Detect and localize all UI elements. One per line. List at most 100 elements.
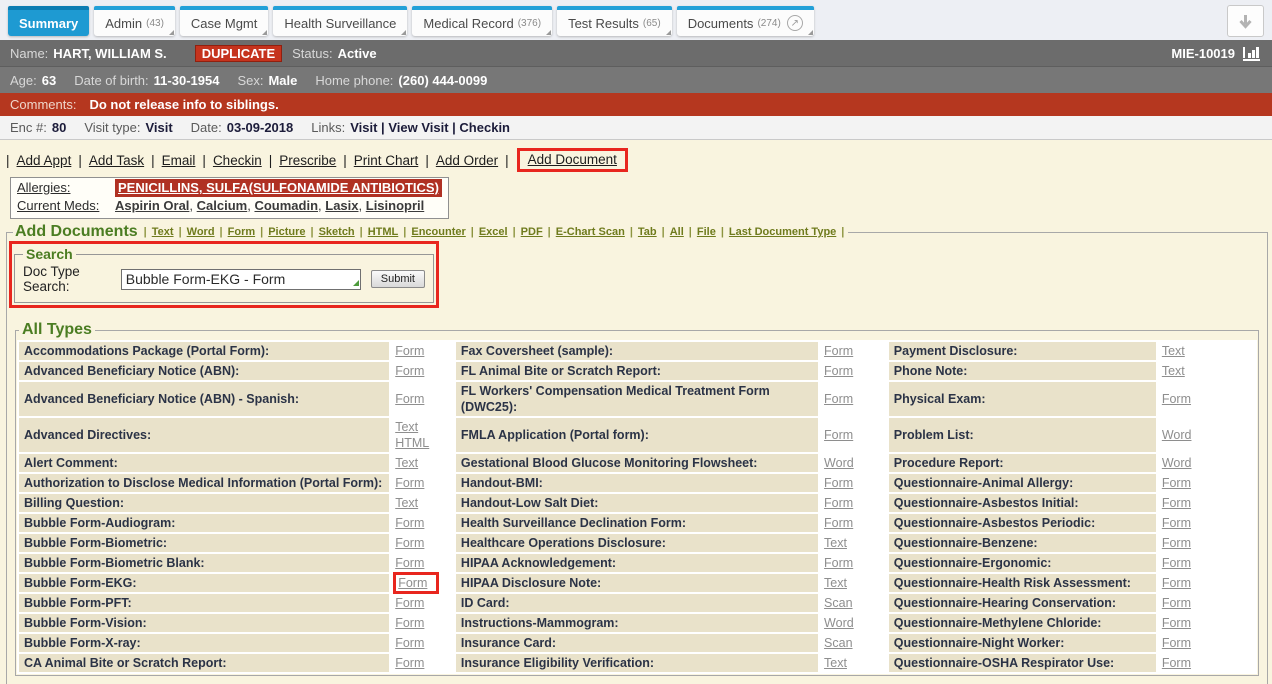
doc-link-fl-workers-compensation-medical-treatment-form-dwc25-form[interactable]: Form	[824, 392, 853, 406]
med-link-aspirin-oral[interactable]: Aspirin Oral	[115, 198, 189, 213]
med-link-lisinopril[interactable]: Lisinopril	[366, 198, 425, 213]
doc-link-physical-exam-form[interactable]: Form	[1162, 392, 1191, 406]
doc-link-questionnaire-health-risk-assessment-form[interactable]: Form	[1162, 576, 1191, 590]
tab-admin[interactable]: Admin(43)	[94, 6, 175, 36]
doc-type-links: Form	[820, 382, 887, 416]
med-link-coumadin[interactable]: Coumadin	[254, 198, 318, 213]
action-prescribe[interactable]: Prescribe	[279, 153, 336, 168]
tab-label: Case Mgmt	[191, 16, 257, 31]
doc-link-questionnaire-ergonomic-form[interactable]: Form	[1162, 556, 1191, 570]
action-add-order[interactable]: Add Order	[436, 153, 498, 168]
doc-link-healthcare-operations-disclosure-text[interactable]: Text	[824, 536, 847, 550]
doc-link-alert-comment-text[interactable]: Text	[395, 456, 418, 470]
doc-type-search-input[interactable]	[121, 269, 361, 290]
doc-link-questionnaire-animal-allergy-form[interactable]: Form	[1162, 476, 1191, 490]
doc-link-bubble-form-audiogram-form[interactable]: Form	[395, 516, 424, 530]
doc-link-authorization-to-disclose-medical-information-portal-form-form[interactable]: Form	[395, 476, 424, 490]
doc-link-questionnaire-benzene-form[interactable]: Form	[1162, 536, 1191, 550]
doc-link-questionnaire-osha-respirator-use-form[interactable]: Form	[1162, 656, 1191, 670]
action-add-appt[interactable]: Add Appt	[17, 153, 72, 168]
doc-link-problem-list-word[interactable]: Word	[1162, 428, 1192, 442]
chart-icon[interactable]	[1242, 45, 1262, 61]
tab-case-mgmt[interactable]: Case Mgmt	[180, 6, 268, 36]
doc-link-bubble-form-pft-form[interactable]: Form	[395, 596, 424, 610]
doc-type-links: Scan	[820, 634, 887, 652]
doc-link-hipaa-acknowledgement-form[interactable]: Form	[824, 556, 853, 570]
doc-link-handout-bmi-form[interactable]: Form	[824, 476, 853, 490]
quicklink-excel[interactable]: Excel	[479, 226, 508, 238]
doc-type-row: Bubble Form-X-ray:FormInsurance Card:Sca…	[19, 634, 1255, 652]
doc-link-bubble-form-biometric-form[interactable]: Form	[395, 536, 424, 550]
add-documents-legend: Add Documents |Text|Word|Form|Picture|Sk…	[13, 223, 848, 241]
doc-link-bubble-form-biometric-blank-form[interactable]: Form	[395, 556, 424, 570]
doc-link-gestational-blood-glucose-monitoring-flowsheet-word[interactable]: Word	[824, 456, 854, 470]
annotation-add-document: Add Document	[517, 148, 628, 172]
quicklink-encounter[interactable]: Encounter	[411, 226, 465, 238]
doc-link-questionnaire-hearing-conservation-form[interactable]: Form	[1162, 596, 1191, 610]
quicklink-file[interactable]: File	[697, 226, 716, 238]
doc-type-name: Bubble Form-Biometric:	[19, 534, 389, 552]
doc-link-advanced-directives-text[interactable]: Text	[395, 420, 418, 434]
action-print-chart[interactable]: Print Chart	[354, 153, 419, 168]
doc-type-links: Text	[391, 454, 454, 472]
doc-link-health-surveillance-declination-form-form[interactable]: Form	[824, 516, 853, 530]
doc-link-bubble-form-ekg-form[interactable]: Form	[398, 576, 427, 590]
doc-link-questionnaire-night-worker-form[interactable]: Form	[1162, 636, 1191, 650]
enc-link-checkin[interactable]: Checkin	[459, 120, 510, 135]
quicklink-pdf[interactable]: PDF	[521, 226, 543, 238]
doc-link-procedure-report-word[interactable]: Word	[1162, 456, 1192, 470]
popout-icon[interactable]: ↗	[787, 15, 803, 31]
doc-link-advanced-beneficiary-notice-abn-form[interactable]: Form	[395, 364, 424, 378]
action-add-document[interactable]: Add Document	[528, 152, 617, 167]
doc-link-payment-disclosure-text[interactable]: Text	[1162, 344, 1185, 358]
doc-link-questionnaire-asbestos-periodic-form[interactable]: Form	[1162, 516, 1191, 530]
quicklink-form[interactable]: Form	[228, 226, 256, 238]
doc-link-bubble-form-vision-form[interactable]: Form	[395, 616, 424, 630]
enc-link-view-visit[interactable]: View Visit	[388, 120, 448, 135]
quicklink-html[interactable]: HTML	[368, 226, 399, 238]
doc-link-handout-low-salt-diet-form[interactable]: Form	[824, 496, 853, 510]
quicklink-e-chart-scan[interactable]: E-Chart Scan	[556, 226, 625, 238]
doc-link-fmla-application-portal-form-form[interactable]: Form	[824, 428, 853, 442]
doc-link-advanced-beneficiary-notice-abn-spanish-form[interactable]: Form	[395, 392, 424, 406]
allergy-value-link[interactable]: PENICILLINS, SULFA(SULFONAMIDE ANTIBIOTI…	[115, 179, 442, 197]
doc-link-hipaa-disclosure-note-text[interactable]: Text	[824, 576, 847, 590]
quicklink-last-document-type[interactable]: Last Document Type	[729, 226, 836, 238]
doc-link-id-card-scan[interactable]: Scan	[824, 596, 853, 610]
tab-summary[interactable]: Summary	[8, 6, 89, 36]
current-meds-link[interactable]: Current Meds:	[17, 197, 111, 215]
annotation-search-box: Search Doc Type Search: Submit	[9, 241, 439, 308]
quicklink-picture[interactable]: Picture	[268, 226, 305, 238]
quicklink-tab[interactable]: Tab	[638, 226, 657, 238]
doc-link-fax-coversheet-sample-form[interactable]: Form	[824, 344, 853, 358]
med-link-lasix[interactable]: Lasix	[325, 198, 358, 213]
doc-link-ca-animal-bite-or-scratch-report-form[interactable]: Form	[395, 656, 424, 670]
action-email[interactable]: Email	[162, 153, 196, 168]
doc-link-fl-animal-bite-or-scratch-report-form[interactable]: Form	[824, 364, 853, 378]
doc-link-advanced-directives-html[interactable]: HTML	[395, 436, 429, 450]
action-add-task[interactable]: Add Task	[89, 153, 144, 168]
tab-medical-record[interactable]: Medical Record(376)	[412, 6, 552, 36]
doc-link-questionnaire-asbestos-initial-form[interactable]: Form	[1162, 496, 1191, 510]
doc-link-billing-question-text[interactable]: Text	[395, 496, 418, 510]
tab-documents[interactable]: Documents(274)↗	[677, 6, 814, 36]
doc-link-accommodations-package-portal-form-form[interactable]: Form	[395, 344, 424, 358]
doc-link-insurance-eligibility-verification-text[interactable]: Text	[824, 656, 847, 670]
quicklink-sketch[interactable]: Sketch	[319, 226, 355, 238]
quicklink-all[interactable]: All	[670, 226, 684, 238]
submit-button[interactable]: Submit	[371, 270, 425, 288]
tab-health-surveillance[interactable]: Health Surveillance	[273, 6, 407, 36]
tab-test-results[interactable]: Test Results(65)	[557, 6, 672, 36]
action-checkin[interactable]: Checkin	[213, 153, 262, 168]
doc-link-questionnaire-methylene-chloride-form[interactable]: Form	[1162, 616, 1191, 630]
download-button[interactable]	[1227, 5, 1264, 37]
doc-link-insurance-card-scan[interactable]: Scan	[824, 636, 853, 650]
doc-link-phone-note-text[interactable]: Text	[1162, 364, 1185, 378]
allergies-link[interactable]: Allergies:	[17, 179, 111, 197]
doc-link-instructions-mammogram-word[interactable]: Word	[824, 616, 854, 630]
med-link-calcium[interactable]: Calcium	[197, 198, 248, 213]
enc-link-visit[interactable]: Visit	[350, 120, 377, 135]
doc-link-bubble-form-x-ray-form[interactable]: Form	[395, 636, 424, 650]
quicklink-word[interactable]: Word	[187, 226, 215, 238]
quicklink-text[interactable]: Text	[152, 226, 174, 238]
